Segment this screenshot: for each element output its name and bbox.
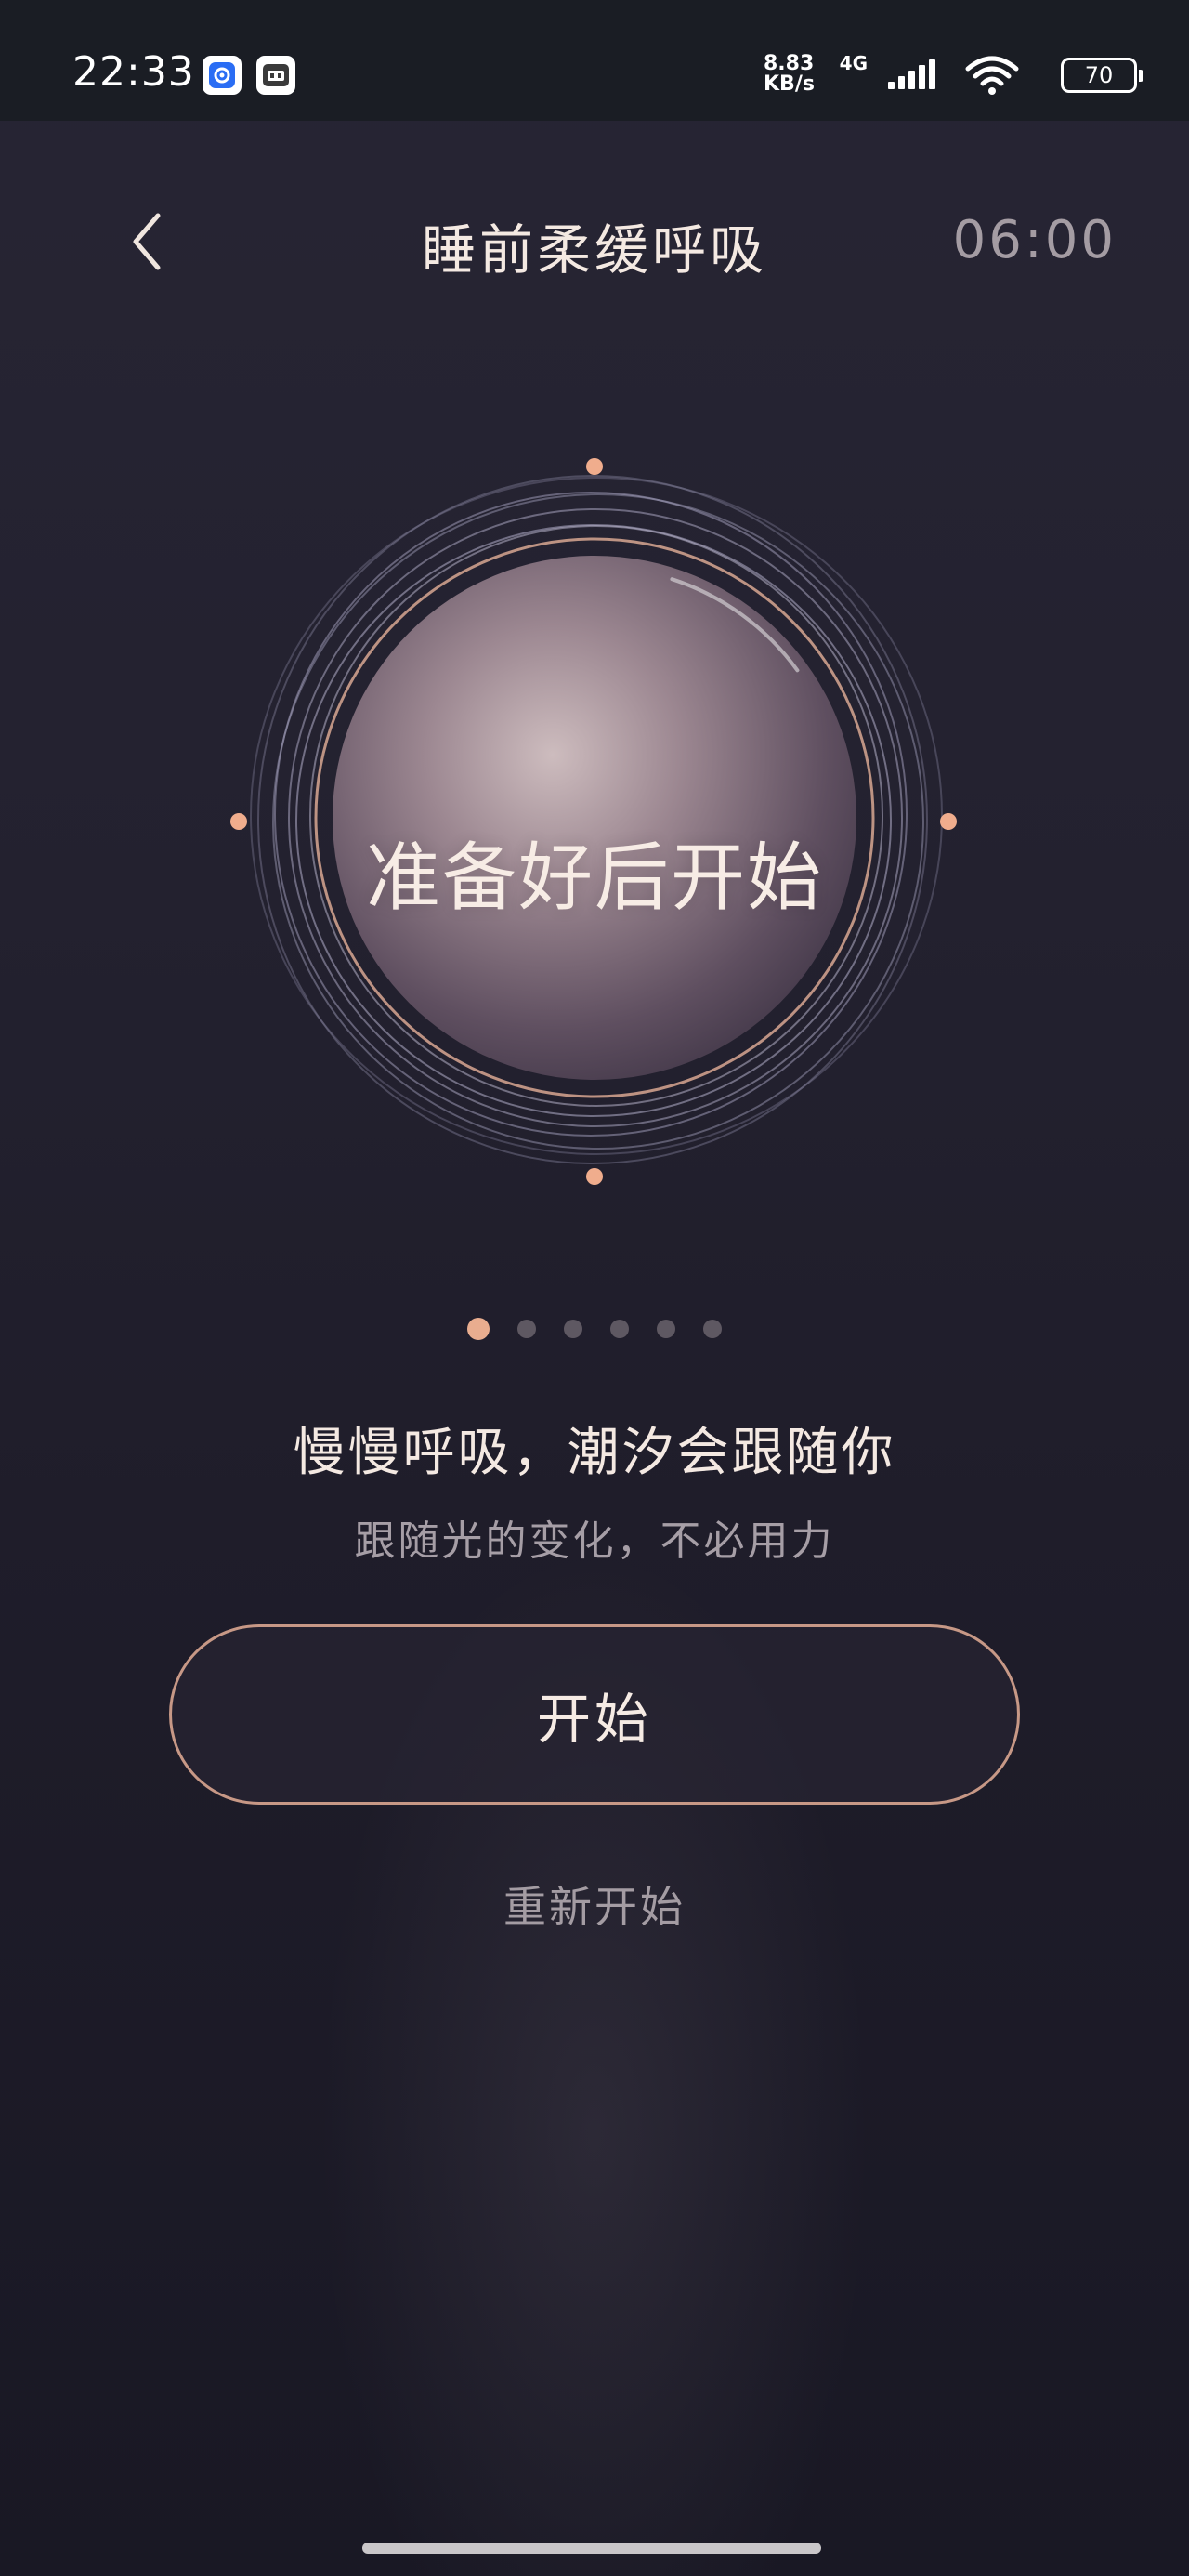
page-dot — [517, 1320, 536, 1338]
background — [0, 0, 1189, 2576]
signal-icon — [888, 59, 935, 89]
page-dot — [703, 1320, 722, 1338]
wifi-icon — [965, 56, 1019, 95]
home-indicator[interactable] — [362, 2543, 821, 2554]
page-dot — [657, 1320, 675, 1338]
instruction-headline: 慢慢呼吸，潮汐会跟随你 — [293, 1423, 896, 1483]
orb-label: 准备好后开始 — [366, 835, 823, 921]
battery-indicator: 70 — [1061, 58, 1143, 93]
session-timer: 06:00 — [952, 210, 1117, 270]
status-bar: 22:33 8.83 KB/s 4G 70 — [0, 0, 1189, 121]
network-type: 4G — [839, 52, 868, 74]
page-dot — [610, 1320, 629, 1338]
instruction-subline: 跟随光的变化，不必用力 — [354, 1518, 835, 1565]
start-button[interactable]: 开始 — [169, 1624, 1020, 1805]
page-dot-active — [467, 1318, 490, 1340]
notification-app-icon — [256, 56, 295, 95]
notification-app-icon — [203, 56, 242, 95]
orb-marker-bottom — [586, 1168, 603, 1185]
page-dot — [564, 1320, 582, 1338]
network-speed: 8.83 KB/s — [764, 52, 815, 96]
restart-button[interactable]: 重新开始 — [0, 1873, 1189, 1935]
orb-marker-top — [586, 458, 603, 475]
page-indicator — [0, 1318, 1189, 1340]
header: 睡前柔缓呼吸 06:00 — [0, 177, 1189, 307]
status-time: 22:33 — [72, 48, 195, 96]
status-indicators: 8.83 KB/s 4G 70 — [734, 50, 1143, 102]
